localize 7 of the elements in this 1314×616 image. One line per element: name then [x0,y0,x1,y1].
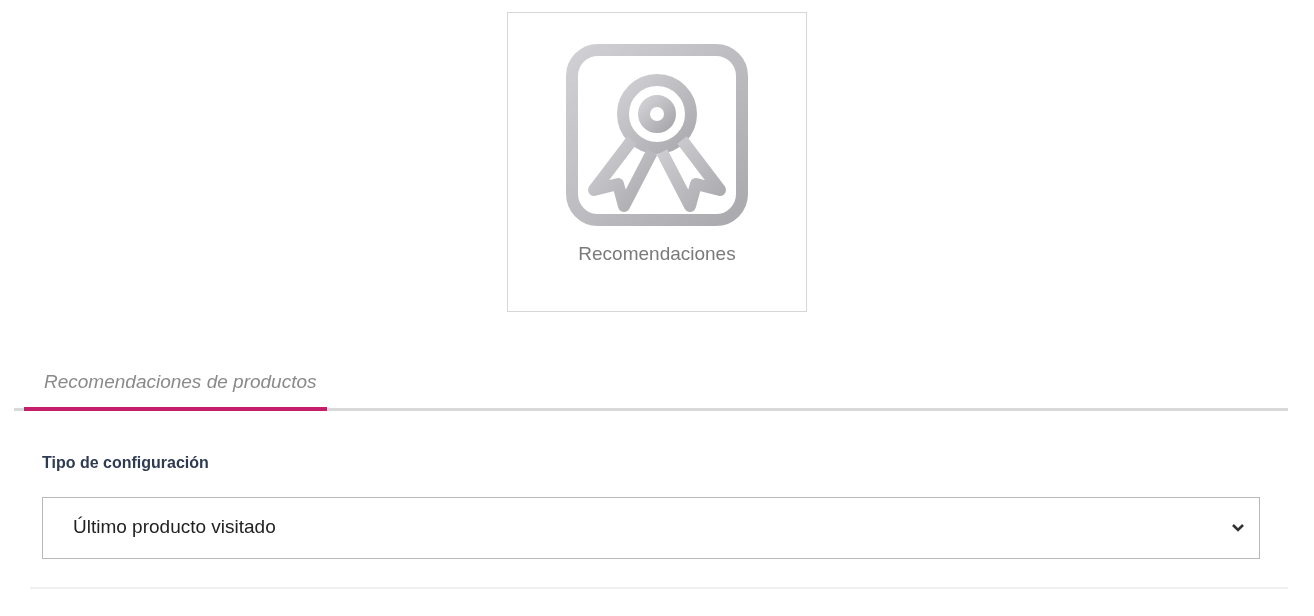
award-ribbon-icon [566,44,748,226]
tile-label: Recomendaciones [578,242,736,266]
chevron-down-icon [1231,522,1245,533]
field-label: Tipo de configuración [42,452,210,473]
tab[interactable]: Recomendaciones de productos [24,368,327,411]
dropdown[interactable]: Último producto visitado [42,496,1260,559]
module-tile[interactable]: Recomendaciones [507,12,807,312]
